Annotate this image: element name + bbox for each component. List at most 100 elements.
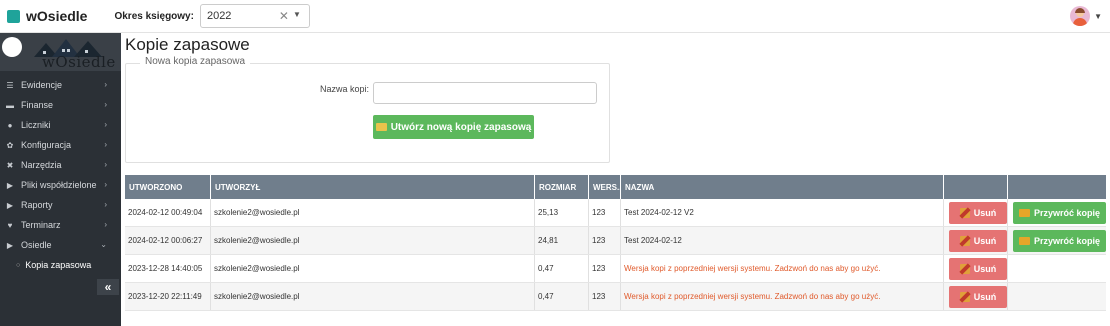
- cell-version: 123: [589, 199, 621, 226]
- column-header-size[interactable]: ROZMIAR: [535, 175, 589, 199]
- top-bar: wOsiedle Okres księgowy: 2022 ✕ ▼ ▼: [0, 0, 1110, 33]
- sidebar-item-liczniki[interactable]: ● Liczniki ›: [0, 115, 121, 135]
- sidebar-item-narzedzia[interactable]: ✖ Narzędzia ›: [0, 155, 121, 175]
- cell-size: 25,13: [535, 199, 589, 226]
- delete-icon: [959, 263, 970, 274]
- delete-label: Usuń: [973, 291, 997, 302]
- delete-button[interactable]: Usuń: [949, 257, 1007, 280]
- chevron-down-icon[interactable]: ▼: [293, 10, 301, 19]
- cell-name-warning: Wersja kopi z poprzedniej wersji systemu…: [621, 255, 944, 282]
- backup-name-label: Nazwa kopi:: [320, 84, 370, 94]
- clear-icon[interactable]: ✕: [279, 9, 289, 23]
- chevron-right-icon: ›: [104, 120, 107, 129]
- cell-size: 0,47: [535, 283, 589, 310]
- chevron-right-icon: ›: [104, 100, 107, 109]
- folder-icon: [1018, 236, 1030, 245]
- column-header-created[interactable]: UTWORZONO: [125, 175, 211, 199]
- sidebar-item-raporty[interactable]: ▶ Raporty ›: [0, 195, 121, 215]
- cell-created: 2023-12-28 14:40:05: [125, 255, 211, 282]
- cell-version: 123: [589, 255, 621, 282]
- cell-restore-empty: [1008, 255, 1106, 282]
- table-row: 2024-02-12 00:49:04 szkolenie2@wosiedle.…: [125, 199, 1106, 227]
- restore-button[interactable]: Przywróć kopię: [1013, 201, 1106, 224]
- table-header: UTWORZONO UTWORZYŁ ROZMIAR WERS... NAZWA: [125, 175, 1106, 199]
- cell-created-by: szkolenie2@wosiedle.pl: [211, 255, 535, 282]
- app-logo-icon: [7, 9, 20, 23]
- cell-restore: Przywróć kopię: [1008, 199, 1106, 226]
- brand-banner: wOsiedle: [0, 33, 121, 71]
- brand-text: wOsiedle: [42, 53, 116, 71]
- cell-created: 2023-12-20 22:11:49: [125, 283, 211, 310]
- delete-icon: [959, 235, 970, 246]
- page-title: Kopie zapasowe: [125, 35, 250, 54]
- delete-label: Usuń: [973, 263, 997, 274]
- create-backup-label: Utwórz nową kopię zapasową: [390, 121, 532, 133]
- cell-created-by: szkolenie2@wosiedle.pl: [211, 227, 535, 254]
- cell-created-by: szkolenie2@wosiedle.pl: [211, 199, 535, 226]
- delete-button[interactable]: Usuń: [949, 201, 1007, 224]
- create-backup-button[interactable]: Utwórz nową kopię zapasową: [373, 115, 534, 139]
- cell-name-warning: Wersja kopi z poprzedniej wersji systemu…: [621, 283, 944, 310]
- column-header-created-by[interactable]: UTWORZYŁ: [211, 175, 535, 199]
- sidebar-item-label: Osiedle: [21, 240, 52, 250]
- sidebar-item-ewidencje[interactable]: ☰ Ewidencje ›: [0, 75, 121, 95]
- user-menu-caret-icon[interactable]: ▼: [1094, 12, 1102, 21]
- sidebar-collapse-button[interactable]: «: [97, 279, 119, 295]
- sidebar-item-pliki[interactable]: ▶ Pliki współdzielone ›: [0, 175, 121, 195]
- sidebar-item-label: Liczniki: [21, 120, 51, 130]
- chevron-right-icon: ›: [104, 160, 107, 169]
- table-row: 2023-12-20 22:11:49 szkolenie2@wosiedle.…: [125, 283, 1106, 311]
- delete-button[interactable]: Usuń: [949, 285, 1007, 308]
- sidebar-subitem-kopia-zapasowa[interactable]: ○ Kopia zapasowa: [0, 255, 121, 275]
- column-header-version[interactable]: WERS...: [589, 175, 621, 199]
- cell-created: 2024-02-12 00:49:04: [125, 199, 211, 226]
- fieldset-legend: Nowa kopia zapasowa: [140, 56, 251, 67]
- restore-button[interactable]: Przywróć kopię: [1013, 229, 1106, 252]
- column-header-name[interactable]: NAZWA: [621, 175, 944, 199]
- column-header-restore: [1008, 175, 1106, 199]
- period-select[interactable]: 2022 ✕ ▼: [199, 4, 310, 28]
- sidebar-item-label: Konfiguracja: [21, 140, 72, 150]
- delete-icon: [959, 207, 970, 218]
- circle-icon: ○: [16, 261, 21, 269]
- cell-version: 123: [589, 283, 621, 310]
- chevron-right-icon: ›: [104, 180, 107, 189]
- sidebar-item-label: Finanse: [21, 100, 54, 110]
- gear-icon: ✿: [6, 140, 14, 150]
- sidebar-item-label: Raporty: [21, 200, 53, 210]
- sidebar-item-konfiguracja[interactable]: ✿ Konfiguracja ›: [0, 135, 121, 155]
- cell-delete: Usuń: [944, 255, 1008, 282]
- app-title[interactable]: wOsiedle: [26, 8, 87, 24]
- period-value: 2022: [206, 10, 232, 22]
- gauge-icon: ●: [7, 120, 13, 130]
- cell-name: Test 2024-02-12: [621, 227, 944, 254]
- money-icon: ▬: [6, 100, 14, 110]
- sidebar-item-label: Ewidencje: [21, 80, 63, 90]
- cell-restore-empty: [1008, 283, 1106, 310]
- table-row: 2024-02-12 00:06:27 szkolenie2@wosiedle.…: [125, 227, 1106, 255]
- share-icon: ▶: [6, 180, 14, 190]
- list-icon: ☰: [6, 80, 14, 90]
- backups-table: UTWORZONO UTWORZYŁ ROZMIAR WERS... NAZWA…: [125, 175, 1106, 311]
- backup-name-input[interactable]: [373, 82, 597, 104]
- cell-delete: Usuń: [944, 283, 1008, 310]
- cell-size: 0,47: [535, 255, 589, 282]
- delete-icon: [959, 291, 970, 302]
- column-header-delete: [944, 175, 1008, 199]
- sidebar-item-terminarz[interactable]: ♥ Terminarz ›: [0, 215, 121, 235]
- sidebar-item-finanse[interactable]: ▬ Finanse ›: [0, 95, 121, 115]
- table-row: 2023-12-28 14:40:05 szkolenie2@wosiedle.…: [125, 255, 1106, 283]
- delete-button[interactable]: Usuń: [949, 229, 1007, 252]
- folder-icon: [1018, 208, 1030, 217]
- sidebar-item-osiedle[interactable]: ▶ Osiedle ⌄: [0, 235, 121, 255]
- building-icon: ▶: [6, 240, 14, 250]
- folder-icon: [375, 123, 387, 131]
- cell-restore: Przywróć kopię: [1008, 227, 1106, 254]
- sidebar-item-label: Pliki współdzielone: [21, 180, 97, 190]
- sidebar: wOsiedle ☰ Ewidencje › ▬ Finanse › ● Liczniki…: [0, 33, 121, 326]
- cell-delete: Usuń: [944, 227, 1008, 254]
- cell-created-by: szkolenie2@wosiedle.pl: [211, 283, 535, 310]
- restore-label: Przywróć kopię: [1033, 207, 1101, 218]
- delete-label: Usuń: [973, 235, 997, 246]
- user-avatar[interactable]: [1070, 6, 1090, 26]
